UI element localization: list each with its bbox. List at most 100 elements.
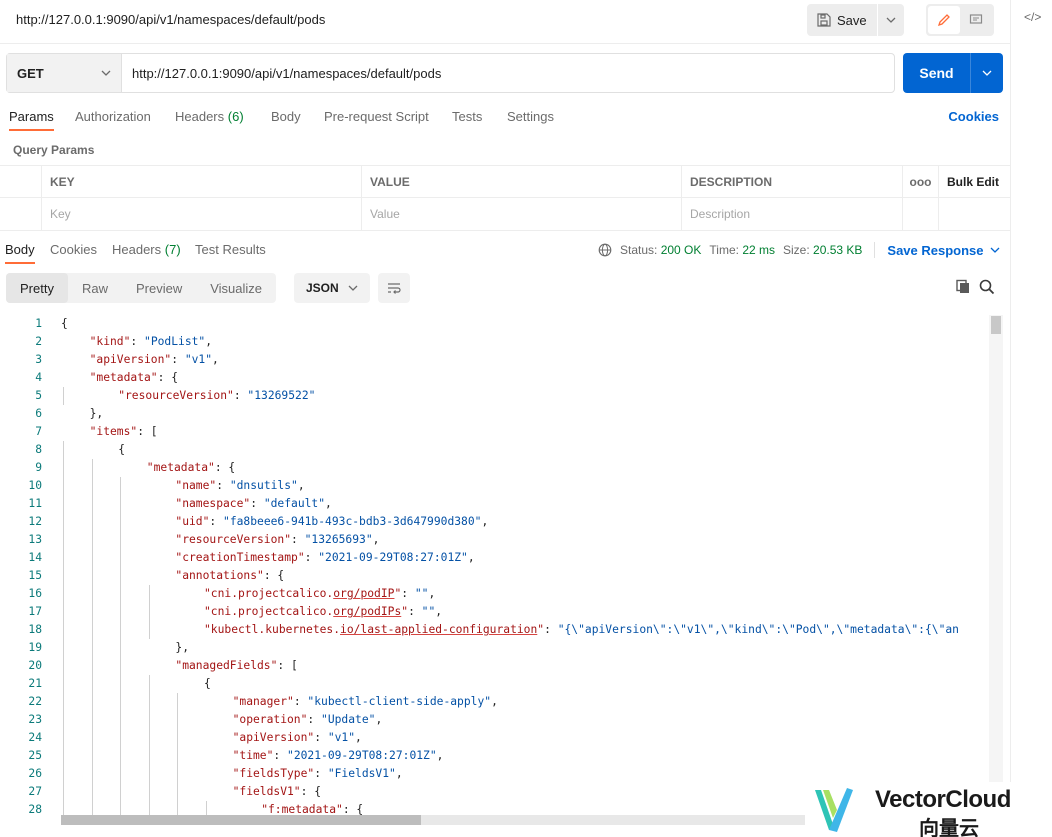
preview-button[interactable]: Preview bbox=[122, 273, 196, 303]
json-punctuation: , bbox=[297, 479, 305, 492]
vertical-scrollbar-thumb[interactable] bbox=[991, 316, 1001, 334]
response-body-code[interactable]: 1{2 "kind": "PodList", 3 "apiVersion": "v1"… bbox=[0, 315, 1005, 825]
visualize-button[interactable]: Visualize bbox=[196, 273, 276, 303]
json-string: "" bbox=[414, 587, 429, 600]
size-value[interactable]: 20.53 KB bbox=[813, 243, 862, 257]
format-select[interactable]: JSON bbox=[294, 273, 370, 303]
edit-mode-button[interactable] bbox=[928, 6, 960, 34]
more-options-button[interactable]: ooo bbox=[903, 166, 939, 197]
save-icon bbox=[817, 13, 831, 27]
pretty-button[interactable]: Pretty bbox=[6, 273, 68, 303]
send-button[interactable]: Send bbox=[903, 53, 971, 93]
code-snippet-icon[interactable]: </> bbox=[1024, 10, 1041, 24]
copy-icon[interactable] bbox=[955, 279, 971, 295]
save-options-button[interactable] bbox=[878, 4, 904, 36]
indent-guide bbox=[120, 765, 122, 783]
indent-guide bbox=[91, 459, 93, 477]
tab-response-headers[interactable]: Headers (7) bbox=[112, 242, 181, 257]
tab-prerequest-script[interactable]: Pre-request Script bbox=[324, 109, 429, 124]
tab-body[interactable]: Body bbox=[271, 109, 301, 124]
code-text: "name": "dnsutils", bbox=[175, 477, 304, 495]
send-options-button[interactable] bbox=[971, 53, 1003, 93]
globe-icon[interactable] bbox=[598, 243, 612, 257]
comment-mode-button[interactable] bbox=[960, 6, 992, 34]
json-punctuation: , bbox=[467, 551, 475, 564]
line-number: 10 bbox=[28, 479, 42, 492]
status-label: Status: bbox=[620, 243, 658, 257]
query-params-table: KEY VALUE DESCRIPTION ooo Bulk Edit Key … bbox=[0, 165, 1010, 231]
request-title[interactable]: http://127.0.0.1:9090/api/v1/namespaces/… bbox=[16, 12, 325, 27]
indent-guide bbox=[148, 621, 150, 639]
save-button[interactable]: Save bbox=[807, 4, 878, 36]
tab-authorization[interactable]: Authorization bbox=[75, 109, 151, 124]
indent-guide bbox=[91, 477, 93, 495]
save-response-button[interactable]: Save Response bbox=[887, 243, 999, 258]
indent-guide bbox=[63, 711, 64, 729]
code-text: "metadata": { bbox=[147, 459, 235, 477]
json-punctuation: { bbox=[204, 677, 211, 690]
raw-button[interactable]: Raw bbox=[68, 273, 122, 303]
indent-guide bbox=[91, 675, 93, 693]
line-number: 13 bbox=[28, 533, 42, 546]
code-text: "manager": "kubectl-client-side-apply", bbox=[233, 693, 498, 711]
tab-response-headers-count: (7) bbox=[164, 242, 181, 257]
indent-guide bbox=[148, 675, 150, 693]
cookies-link[interactable]: Cookies bbox=[948, 109, 999, 124]
json-punctuation: , bbox=[375, 713, 383, 726]
code-line: 12 "uid": "fa8beee6-941b-493c-bdb3-3d6479… bbox=[0, 513, 1005, 531]
code-line: 14 "creationTimestamp": "2021-09-29T08:27… bbox=[0, 549, 1005, 567]
status-value[interactable]: 200 OK bbox=[661, 243, 702, 257]
key-input[interactable]: Key bbox=[42, 198, 362, 230]
url-input[interactable]: http://127.0.0.1:9090/api/v1/namespaces/… bbox=[122, 54, 894, 92]
code-text: "cni.projectcalico.org/podIPs": "", bbox=[204, 603, 442, 621]
time-value[interactable]: 22 ms bbox=[742, 243, 775, 257]
save-label: Save bbox=[837, 12, 867, 28]
json-string: "FieldsV1" bbox=[327, 767, 396, 780]
code-line: 10 "name": "dnsutils", bbox=[0, 477, 1005, 495]
line-number: 16 bbox=[28, 587, 42, 600]
json-key: "creationTimestamp" bbox=[175, 551, 305, 564]
indent-guide bbox=[63, 765, 64, 783]
search-icon[interactable] bbox=[979, 279, 995, 295]
tab-settings[interactable]: Settings bbox=[507, 109, 554, 124]
wrap-lines-button[interactable] bbox=[378, 273, 410, 303]
line-number: 11 bbox=[28, 497, 42, 510]
tab-headers[interactable]: Headers (6) bbox=[175, 109, 244, 124]
response-status: Status: 200 OK Time: 22 ms Size: 20.53 K… bbox=[598, 242, 1000, 258]
method-select[interactable]: GET bbox=[7, 54, 122, 92]
json-punctuation: : { bbox=[300, 785, 322, 798]
indent-guide bbox=[63, 729, 64, 747]
tab-tests[interactable]: Tests bbox=[452, 109, 482, 124]
tab-response-body[interactable]: Body bbox=[5, 242, 35, 264]
indent-guide bbox=[63, 387, 64, 405]
code-text: { bbox=[204, 675, 211, 693]
line-number: 26 bbox=[28, 767, 42, 780]
value-input[interactable]: Value bbox=[362, 198, 682, 230]
json-punctuation: : bbox=[293, 695, 308, 708]
query-params-title: Query Params bbox=[13, 143, 95, 157]
json-punctuation: : bbox=[171, 353, 185, 366]
tab-response-cookies[interactable]: Cookies bbox=[50, 242, 97, 257]
status-info: Status: 200 OK bbox=[620, 243, 701, 257]
indent-guide bbox=[91, 495, 93, 513]
indent-guide bbox=[120, 783, 122, 801]
vertical-scrollbar[interactable] bbox=[989, 315, 1003, 825]
code-text: "cni.projectcalico.org/podIP": "", bbox=[204, 585, 435, 603]
indent-guide bbox=[91, 729, 93, 747]
indent-guide bbox=[63, 495, 64, 513]
json-key: "apiVersion" bbox=[89, 353, 172, 366]
tab-test-results[interactable]: Test Results bbox=[195, 242, 266, 257]
tab-params[interactable]: Params bbox=[9, 109, 54, 131]
description-input[interactable]: Description bbox=[682, 198, 903, 230]
column-header-key: KEY bbox=[42, 166, 362, 197]
code-line: 6}, bbox=[0, 405, 1005, 423]
table-header-row: KEY VALUE DESCRIPTION ooo Bulk Edit bbox=[0, 165, 1010, 198]
json-key: "kubectl.kubernetes. bbox=[204, 623, 341, 636]
bulk-edit-button[interactable]: Bulk Edit bbox=[939, 166, 1010, 197]
json-key: "namespace" bbox=[175, 497, 251, 510]
line-number: 24 bbox=[28, 731, 42, 744]
indent-guide bbox=[120, 675, 122, 693]
save-button-group: Save bbox=[807, 4, 904, 36]
line-number: 14 bbox=[28, 551, 42, 564]
horizontal-scrollbar-thumb[interactable] bbox=[61, 815, 421, 825]
